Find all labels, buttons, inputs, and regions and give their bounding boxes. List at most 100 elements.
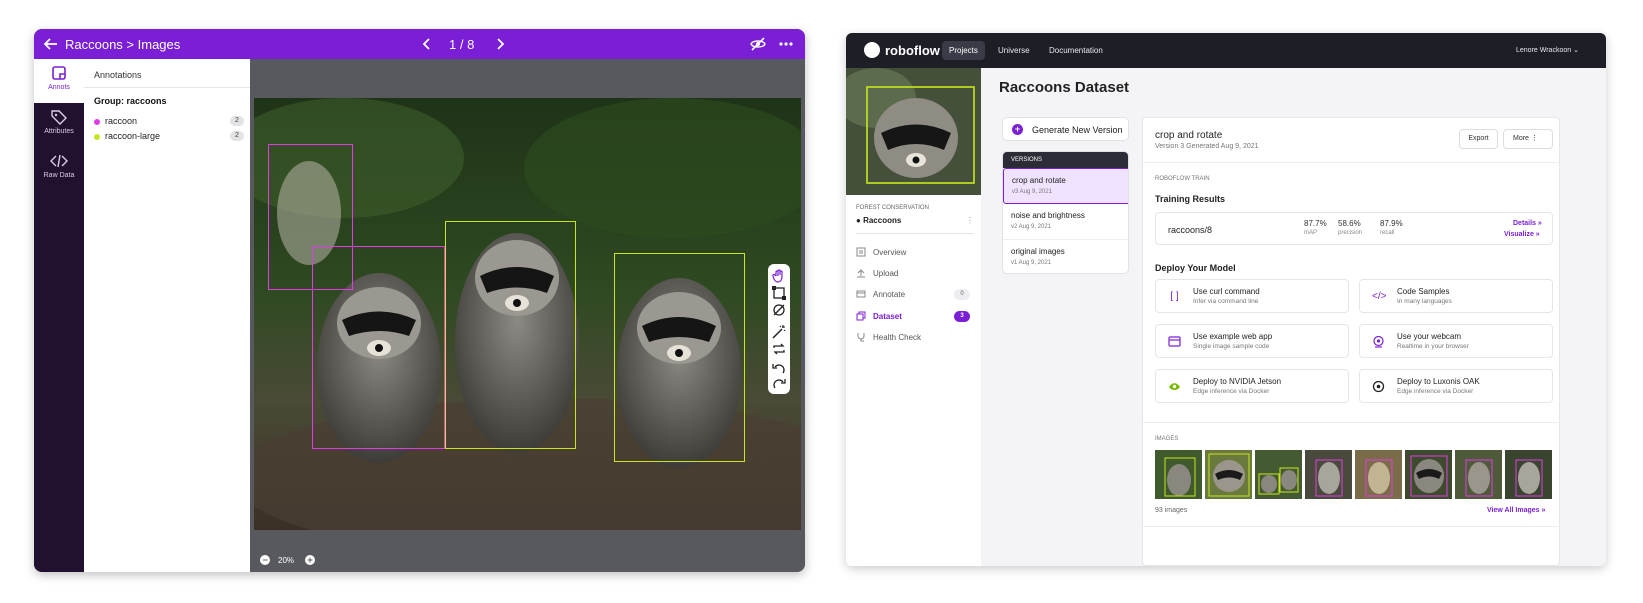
versions-header: VERSIONS	[1003, 152, 1128, 168]
version-date: v2 Aug 9, 2021	[1011, 224, 1052, 230]
back-arrow-icon[interactable]	[42, 35, 60, 53]
raccoon-photo[interactable]	[254, 98, 801, 530]
class-color-dot	[94, 119, 100, 125]
thumbnail-illustration	[1465, 459, 1493, 497]
sidebar-item-overview[interactable]: Overview	[856, 245, 974, 261]
deploy-card-webcam[interactable]: Use your webcam Realtime in your browser	[1359, 324, 1553, 358]
sidebar-item-label: Upload	[873, 269, 899, 278]
rail-annots[interactable]: Annots	[34, 59, 84, 103]
deploy-card-web-app[interactable]: Use example web app Single image sample …	[1155, 324, 1349, 358]
image-thumbnail[interactable]	[1405, 450, 1452, 499]
chevron-down-icon: ⌄	[1573, 47, 1579, 54]
oak-icon	[1372, 380, 1385, 393]
nvidia-icon	[1169, 383, 1180, 390]
redo-icon[interactable]	[771, 376, 787, 392]
version-name: crop and rotate	[1012, 176, 1066, 185]
null-icon[interactable]	[771, 302, 787, 318]
next-image-icon[interactable]	[492, 35, 508, 53]
version-date: v1 Aug 9, 2021	[1011, 260, 1052, 266]
sidebar-item-annotate[interactable]: Annotate 0	[856, 287, 974, 303]
deploy-card-subtitle: Edge inference via Docker	[1193, 388, 1270, 395]
tool-bar	[768, 264, 790, 394]
visualize-link[interactable]: Visualize »	[1504, 231, 1540, 238]
export-button[interactable]: Export	[1459, 129, 1498, 149]
bbox-raccoon[interactable]	[312, 246, 445, 449]
images-section-label: IMAGES	[1155, 436, 1179, 442]
bbox-icon[interactable]	[771, 285, 787, 301]
image-thumbnail[interactable]	[1355, 450, 1402, 499]
version-item[interactable]: crop and rotate v3 Aug 9, 2021	[1003, 168, 1128, 204]
metric-label: recall	[1380, 230, 1395, 236]
image-thumbnail[interactable]	[1155, 450, 1202, 499]
image-thumbnail[interactable]	[1505, 450, 1552, 499]
repeat-icon[interactable]	[771, 341, 787, 357]
sidebar-item-health-check[interactable]: Health Check	[856, 330, 974, 346]
zoom-out-icon[interactable]: −	[260, 555, 270, 565]
details-link[interactable]: Details »	[1513, 220, 1542, 227]
divider	[1143, 526, 1561, 527]
user-menu[interactable]: Lenore Wrackoon ⌄	[1516, 46, 1579, 54]
sidebar-item-dataset[interactable]: Dataset 3	[856, 309, 974, 325]
image-thumbnail[interactable]	[1455, 450, 1502, 499]
undo-icon[interactable]	[771, 361, 787, 377]
upload-icon	[857, 269, 865, 278]
image-thumbnail[interactable]	[1205, 450, 1252, 499]
kebab-icon: ⋮	[1528, 135, 1538, 142]
deploy-card-title: Code Samples	[1397, 287, 1450, 296]
sidebar-item-label: Dataset	[873, 312, 902, 321]
project-menu-icon[interactable]: ⋮	[966, 216, 974, 225]
bbox-raccoon-large[interactable]	[614, 253, 745, 462]
generate-version-button[interactable]: + Generate New Version	[1002, 117, 1129, 141]
rail-raw-data[interactable]: Raw Data	[34, 147, 84, 191]
class-row-raccoon[interactable]: raccoon 2	[94, 115, 244, 129]
image-canvas[interactable]: − 20% +	[250, 59, 805, 572]
group-label: Group: raccoons	[94, 96, 167, 106]
metric-value: 87.9%	[1380, 219, 1403, 228]
class-name: raccoon-large	[105, 131, 161, 141]
model-id: raccoons/8	[1168, 225, 1213, 235]
zoom-level: 20%	[278, 556, 295, 565]
nav-universe[interactable]: Universe	[991, 41, 1037, 60]
project-name[interactable]: ● Raccoons	[856, 216, 901, 225]
image-thumbnail[interactable]	[1255, 450, 1302, 499]
pan-icon[interactable]	[771, 268, 787, 284]
deploy-card-luxonis-oak[interactable]: Deploy to Luxonis OAK Edge inference via…	[1359, 369, 1553, 403]
user-name: Lenore Wrackoon	[1516, 47, 1572, 54]
hide-annotations-icon[interactable]	[749, 36, 767, 52]
health-icon	[857, 333, 865, 342]
breadcrumb[interactable]: Raccoons > Images	[65, 37, 180, 52]
overview-icon	[856, 247, 866, 257]
class-count-badge: 2	[230, 116, 244, 126]
sidebar-item-label: Health Check	[873, 333, 922, 342]
deploy-card-subtitle: Single image sample code	[1193, 343, 1270, 350]
brand-name[interactable]: roboflow	[885, 43, 940, 58]
bbox-raccoon-large[interactable]	[445, 221, 576, 449]
sidebar-item-upload[interactable]: Upload	[856, 266, 974, 282]
count-badge: 0	[954, 289, 970, 300]
previous-image-icon[interactable]	[419, 35, 435, 53]
nav-projects[interactable]: Projects	[942, 41, 985, 60]
metric-map: 87.7% mAP	[1304, 219, 1327, 236]
nav-documentation[interactable]: Documentation	[1042, 41, 1110, 60]
dataset-icon	[856, 311, 866, 321]
more-options-icon[interactable]	[777, 36, 795, 52]
magic-wand-icon[interactable]	[771, 324, 787, 340]
class-name: raccoon	[105, 116, 138, 126]
roboflow-logo-icon[interactable]	[864, 42, 880, 58]
image-thumbnail[interactable]	[1305, 450, 1352, 499]
more-button[interactable]: More ⋮	[1503, 129, 1553, 149]
train-section-label: ROBOFLOW TRAIN	[1155, 176, 1210, 182]
version-item[interactable]: original images v1 Aug 9, 2021	[1003, 240, 1128, 273]
version-item[interactable]: noise and brightness v2 Aug 9, 2021	[1003, 204, 1128, 240]
deploy-card-nvidia-jetson[interactable]: Deploy to NVIDIA Jetson Edge inference v…	[1155, 369, 1349, 403]
view-all-images-link[interactable]: View All Images »	[1487, 507, 1545, 514]
metric-precision: 58.6% precision	[1338, 219, 1362, 236]
rail-attributes[interactable]: Attributes	[34, 103, 84, 147]
class-row-raccoon-large[interactable]: raccoon-large 2	[94, 130, 244, 144]
zoom-control: − 20% +	[260, 553, 330, 567]
zoom-in-icon[interactable]: +	[305, 555, 315, 565]
deploy-card-curl[interactable]: [ ] Use curl command Infer via command l…	[1155, 279, 1349, 313]
deploy-card-code-samples[interactable]: </> Code Samples In many languages	[1359, 279, 1553, 313]
thumbnail-illustration	[1258, 467, 1299, 495]
top-nav: roboflow Projects Universe Documentation…	[846, 33, 1606, 68]
